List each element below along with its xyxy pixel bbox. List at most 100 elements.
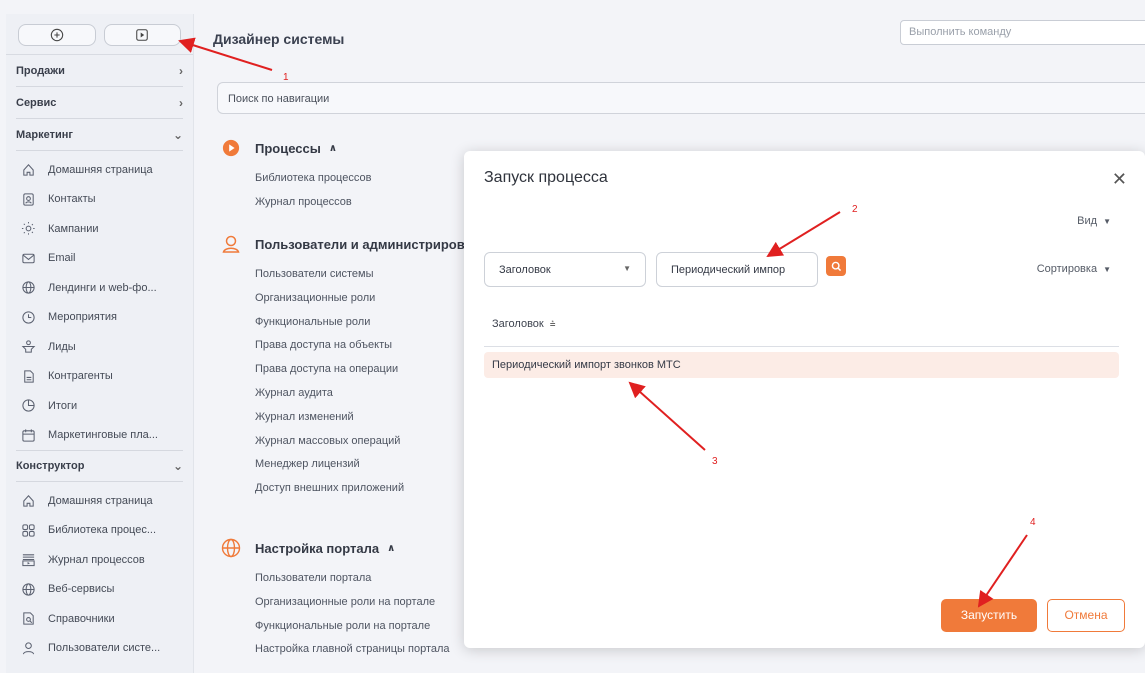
sidebar-item-home[interactable]: Домашняя страница xyxy=(6,155,193,185)
section-users: Пользователи и администрирован Пользоват… xyxy=(221,234,480,506)
globe-icon xyxy=(20,280,36,296)
section-header[interactable]: Пользователи и администрирован xyxy=(221,234,480,254)
process-log-icon xyxy=(20,552,36,568)
sidebar-item-campaigns[interactable]: Кампании xyxy=(6,214,193,244)
chevron-down-icon: ⌄ xyxy=(172,127,183,142)
section-header[interactable]: Настройка портала ∧ xyxy=(221,538,450,558)
sidebar-item-home[interactable]: Домашняя страница xyxy=(6,486,193,516)
campaign-icon xyxy=(20,221,36,237)
nav-link[interactable]: Права доступа на операции xyxy=(255,363,480,387)
nav-link[interactable]: Настройка главной страницы портала xyxy=(255,643,450,667)
cancel-button[interactable]: Отмена xyxy=(1047,599,1125,632)
caret-down-icon: ▼ xyxy=(1103,216,1111,226)
nav-link[interactable]: Функциональные роли xyxy=(255,316,480,340)
nav-link[interactable]: Функциональные роли на портале xyxy=(255,620,450,644)
search-button[interactable] xyxy=(826,256,846,276)
sidebar-item-web-services[interactable]: Веб-сервисы xyxy=(6,575,193,605)
run-button[interactable]: Запустить xyxy=(941,599,1037,632)
sidebar-item-label: Контрагенты xyxy=(48,370,113,383)
document-icon xyxy=(20,368,36,384)
sidebar-item-leads[interactable]: Лиды xyxy=(6,332,193,362)
constructor-items: Домашняя страница Библиотека процес... Ж… xyxy=(6,482,193,663)
annotation-label-2: 2 xyxy=(852,204,858,215)
sidebar-item-label: Email xyxy=(48,252,76,265)
sort-order-icon: ⩮ xyxy=(549,319,556,330)
sidebar-item-label: Пользователи систе... xyxy=(48,642,161,655)
sidebar-item-process-library[interactable]: Библиотека процес... xyxy=(6,516,193,546)
nav-link[interactable]: Журнал процессов xyxy=(255,196,371,220)
sidebar-item-contacts[interactable]: Контакты xyxy=(6,185,193,215)
pie-chart-icon xyxy=(20,398,36,414)
nav-link[interactable]: Организационные роли на портале xyxy=(255,596,450,620)
nav-link[interactable]: Журнал изменений xyxy=(255,411,480,435)
sidebar-item-label: Библиотека процес... xyxy=(48,524,157,537)
filter-column-value: Заголовок xyxy=(499,264,551,276)
nav-link[interactable]: Журнал аудита xyxy=(255,387,480,411)
chevron-up-icon: ∧ xyxy=(328,142,337,154)
sidebar-item-totals[interactable]: Итоги xyxy=(6,391,193,421)
sidebar-group-constructor[interactable]: Конструктор ⌄ xyxy=(16,450,183,482)
section-links: Пользователи портала Организационные рол… xyxy=(255,572,450,667)
leads-icon xyxy=(20,339,36,355)
command-input[interactable]: Выполнить команду xyxy=(900,20,1145,45)
annotation-label-4: 4 xyxy=(1030,517,1036,528)
nav-link[interactable]: Пользователи системы xyxy=(255,268,480,292)
sort-button[interactable]: Сортировка ▼ xyxy=(1037,263,1111,275)
sidebar-group-marketing[interactable]: Маркетинг ⌄ xyxy=(16,119,183,151)
web-services-icon xyxy=(20,581,36,597)
home-icon xyxy=(20,493,36,509)
annotation-label-3: 3 xyxy=(712,456,718,467)
sidebar-item-label: Домашняя страница xyxy=(48,163,153,176)
view-button[interactable]: Вид ▼ xyxy=(1077,215,1111,227)
sidebar-item-label: Лендинги и web-фо... xyxy=(48,281,157,294)
run-process-button[interactable] xyxy=(103,24,181,46)
nav-link[interactable]: Права доступа на объекты xyxy=(255,339,480,363)
sidebar-item-marketing-plans[interactable]: Маркетинговые пла... xyxy=(6,421,193,451)
sort-label: Сортировка xyxy=(1036,263,1098,275)
plus-circle-icon xyxy=(50,28,63,42)
navigation-search-input[interactable]: Поиск по навигации xyxy=(217,82,1145,114)
sidebar-item-landings[interactable]: Лендинги и web-фо... xyxy=(6,273,193,303)
sidebar-group-service[interactable]: Сервис › xyxy=(16,87,183,119)
section-header[interactable]: Процессы ∧ xyxy=(221,138,371,158)
page-title: Дизайнер системы xyxy=(213,31,345,47)
user-outline-icon xyxy=(221,234,241,254)
calendar-icon xyxy=(20,427,36,443)
caret-down-icon: ▼ xyxy=(623,264,631,273)
column-header-title[interactable]: Заголовок ⩮ xyxy=(492,318,556,330)
close-icon[interactable]: ✕ xyxy=(1112,169,1127,190)
sidebar-item-label: Лиды xyxy=(48,340,76,353)
clock-icon xyxy=(20,309,36,325)
nav-link[interactable]: Библиотека процессов xyxy=(255,172,371,196)
sidebar-group-sales[interactable]: Продажи › xyxy=(16,55,183,87)
contacts-icon xyxy=(20,191,36,207)
annotation-label-1: 1 xyxy=(283,72,289,83)
home-icon xyxy=(20,162,36,178)
sidebar-group-label: Продажи xyxy=(16,64,65,77)
nav-link[interactable]: Журнал массовых операций xyxy=(255,435,480,459)
sidebar-item-process-log[interactable]: Журнал процессов xyxy=(6,545,193,575)
sidebar-item-accounts[interactable]: Контрагенты xyxy=(6,362,193,392)
section-title: Процессы xyxy=(255,140,321,156)
nav-link[interactable]: Менеджер лицензий xyxy=(255,458,480,482)
sidebar-item-events[interactable]: Мероприятия xyxy=(6,303,193,333)
table-row-selected[interactable]: Периодический импорт звонков МТС xyxy=(484,352,1119,378)
filter-column-select[interactable]: Заголовок ▼ xyxy=(484,252,646,287)
chevron-down-icon: ⌄ xyxy=(172,459,183,473)
chevron-right-icon: › xyxy=(179,63,183,78)
sidebar-item-email[interactable]: Email xyxy=(6,244,193,274)
nav-link[interactable]: Доступ внешних приложений xyxy=(255,482,480,506)
sidebar-group-label: Маркетинг xyxy=(16,128,73,141)
section-links: Библиотека процессов Журнал процессов xyxy=(255,172,371,220)
nav-link[interactable]: Организационные роли xyxy=(255,292,480,316)
filter-value-input[interactable]: Периодический импор xyxy=(656,252,818,287)
process-library-icon xyxy=(20,522,36,538)
sidebar-item-label: Домашняя страница xyxy=(48,494,153,507)
nav-link[interactable]: Пользователи портала xyxy=(255,572,450,596)
sidebar-item-lookups[interactable]: Справочники xyxy=(6,604,193,634)
section-links: Пользователи системы Организационные рол… xyxy=(255,268,480,506)
search-icon xyxy=(831,261,841,271)
add-button[interactable] xyxy=(18,24,96,46)
sidebar-item-label: Кампании xyxy=(48,222,99,235)
sidebar-item-system-users[interactable]: Пользователи систе... xyxy=(6,634,193,664)
